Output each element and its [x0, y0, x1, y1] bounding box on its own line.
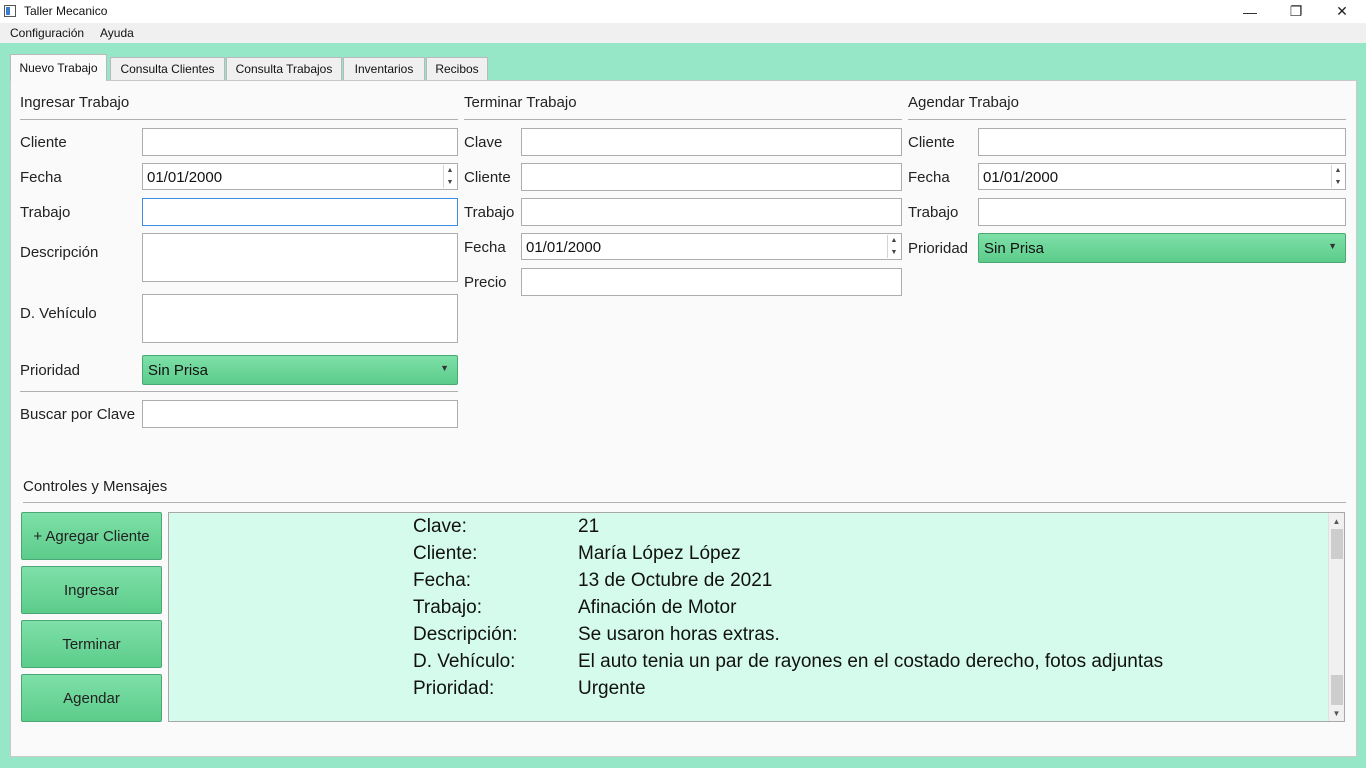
- scrollbar-thumb-lower[interactable]: [1331, 675, 1343, 705]
- tab-inventarios[interactable]: Inventarios: [343, 57, 425, 80]
- spin-up-icon[interactable]: ▲: [891, 237, 898, 244]
- terminar-title: Terminar Trabajo: [464, 94, 577, 111]
- message-value: 21: [578, 516, 600, 537]
- ingresar-vehiculo-textarea[interactable]: [142, 294, 458, 343]
- terminar-trabajo-input[interactable]: [521, 198, 902, 226]
- controles-divider: [23, 502, 1346, 503]
- tab-nuevo-trabajo[interactable]: Nuevo Trabajo: [10, 54, 107, 81]
- ingresar-prioridad-value: Sin Prisa: [148, 362, 209, 379]
- ingresar-descripcion-label: Descripción: [20, 244, 99, 261]
- controles-title: Controles y Mensajes: [23, 478, 168, 495]
- message-value: El auto tenia un par de rayones en el co…: [578, 651, 1164, 672]
- window-title: Taller Mecanico: [24, 4, 108, 18]
- terminar-clave-input[interactable]: [521, 128, 902, 156]
- message-key: D. Vehículo:: [413, 651, 516, 672]
- agendar-fecha-spinbox[interactable]: 01/01/2000 ▲ ▼: [978, 163, 1346, 190]
- ingresar-prioridad-label: Prioridad: [20, 362, 81, 379]
- terminar-cliente-label: Cliente: [464, 169, 511, 186]
- menu-configuracion[interactable]: Configuración: [10, 26, 84, 40]
- ingresar-trabajo-input[interactable]: [142, 198, 458, 226]
- message-scrollbar[interactable]: ▲ ▼: [1328, 513, 1344, 721]
- message-key: Clave:: [413, 516, 467, 537]
- message-value: Urgente: [578, 678, 646, 699]
- menu-ayuda[interactable]: Ayuda: [100, 26, 134, 40]
- message-key: Trabajo:: [413, 597, 482, 618]
- ingresar-divider: [20, 119, 458, 120]
- spin-up-icon[interactable]: ▲: [1335, 167, 1342, 174]
- restore-button[interactable]: ❐: [1273, 0, 1319, 23]
- spin-down-icon[interactable]: ▼: [447, 179, 454, 186]
- message-area[interactable]: Clave: 21 Cliente: María López López Fec…: [168, 512, 1345, 722]
- agendar-trabajo-input[interactable]: [978, 198, 1346, 226]
- chevron-down-icon: ▼: [440, 363, 449, 373]
- message-key: Cliente:: [413, 543, 478, 564]
- tab-panel-nuevo-trabajo: Ingresar Trabajo Cliente Fecha 01/01/200…: [10, 80, 1357, 757]
- ingresar-fecha-spin-buttons[interactable]: ▲ ▼: [443, 165, 456, 188]
- chevron-down-icon: ▼: [1328, 241, 1337, 251]
- scrollbar-thumb[interactable]: [1331, 529, 1343, 559]
- message-key: Descripción:: [413, 624, 518, 645]
- ingresar-title: Ingresar Trabajo: [20, 94, 130, 111]
- agendar-title: Agendar Trabajo: [908, 94, 1019, 111]
- terminar-divider: [464, 119, 902, 120]
- agendar-fecha-spin-buttons[interactable]: ▲ ▼: [1331, 165, 1344, 188]
- agendar-prioridad-label: Prioridad: [908, 240, 969, 257]
- terminar-fecha-spin-buttons[interactable]: ▲ ▼: [887, 235, 900, 258]
- ingresar-descripcion-textarea[interactable]: [142, 233, 458, 282]
- minimize-button[interactable]: —: [1227, 0, 1273, 23]
- terminar-precio-label: Precio: [464, 274, 507, 291]
- agendar-prioridad-value: Sin Prisa: [984, 240, 1045, 257]
- ingresar-cliente-input[interactable]: [142, 128, 458, 156]
- agendar-divider: [908, 119, 1346, 120]
- terminar-fecha-label: Fecha: [464, 239, 506, 256]
- ingresar-button[interactable]: Ingresar: [21, 566, 162, 614]
- agregar-cliente-button[interactable]: + Agregar Cliente: [21, 512, 162, 560]
- agendar-fecha-label: Fecha: [908, 169, 950, 186]
- scroll-down-icon[interactable]: ▼: [1329, 705, 1344, 721]
- ingresar-vehiculo-label: D. Vehículo: [20, 305, 97, 322]
- ingresar-cliente-label: Cliente: [20, 134, 67, 151]
- agendar-cliente-input[interactable]: [978, 128, 1346, 156]
- message-key: Prioridad:: [413, 678, 495, 699]
- message-value: Afinación de Motor: [578, 597, 737, 618]
- terminar-precio-input[interactable]: [521, 268, 902, 296]
- terminar-fecha-value: 01/01/2000: [526, 239, 602, 256]
- ingresar-fecha-spinbox[interactable]: 01/01/2000 ▲ ▼: [142, 163, 458, 190]
- title-bar: Taller Mecanico — ❐ ✕: [0, 0, 1366, 23]
- tab-consulta-clientes[interactable]: Consulta Clientes: [110, 57, 225, 80]
- tab-consulta-trabajos[interactable]: Consulta Trabajos: [226, 57, 342, 80]
- message-value: María López López: [578, 543, 741, 564]
- agendar-trabajo-label: Trabajo: [908, 204, 959, 221]
- spin-down-icon[interactable]: ▼: [891, 249, 898, 256]
- app-icon: [4, 5, 16, 17]
- menu-bar: Configuración Ayuda: [0, 23, 1366, 43]
- terminar-clave-label: Clave: [464, 134, 503, 151]
- agendar-fecha-value: 01/01/2000: [983, 169, 1059, 186]
- terminar-fecha-spinbox[interactable]: 01/01/2000 ▲ ▼: [521, 233, 902, 260]
- message-value: Se usaron horas extras.: [578, 624, 780, 645]
- message-key: Fecha:: [413, 570, 472, 591]
- spin-up-icon[interactable]: ▲: [447, 167, 454, 174]
- agendar-prioridad-dropdown[interactable]: Sin Prisa ▼: [978, 233, 1346, 263]
- scroll-up-icon[interactable]: ▲: [1329, 513, 1344, 529]
- ingresar-trabajo-label: Trabajo: [20, 204, 71, 221]
- ingresar-fecha-label: Fecha: [20, 169, 62, 186]
- tab-recibos[interactable]: Recibos: [426, 57, 488, 80]
- ingresar-fecha-value: 01/01/2000: [147, 169, 223, 186]
- buscar-divider: [20, 391, 458, 392]
- buscar-clave-label: Buscar por Clave: [20, 406, 136, 423]
- message-value: 13 de Octubre de 2021: [578, 570, 773, 591]
- buscar-clave-input[interactable]: [142, 400, 458, 428]
- terminar-cliente-input[interactable]: [521, 163, 902, 191]
- agendar-cliente-label: Cliente: [908, 134, 955, 151]
- terminar-button[interactable]: Terminar: [21, 620, 162, 668]
- ingresar-prioridad-dropdown[interactable]: Sin Prisa ▼: [142, 355, 458, 385]
- agendar-button[interactable]: Agendar: [21, 674, 162, 722]
- terminar-trabajo-label: Trabajo: [464, 204, 515, 221]
- spin-down-icon[interactable]: ▼: [1335, 179, 1342, 186]
- close-button[interactable]: ✕: [1319, 0, 1365, 23]
